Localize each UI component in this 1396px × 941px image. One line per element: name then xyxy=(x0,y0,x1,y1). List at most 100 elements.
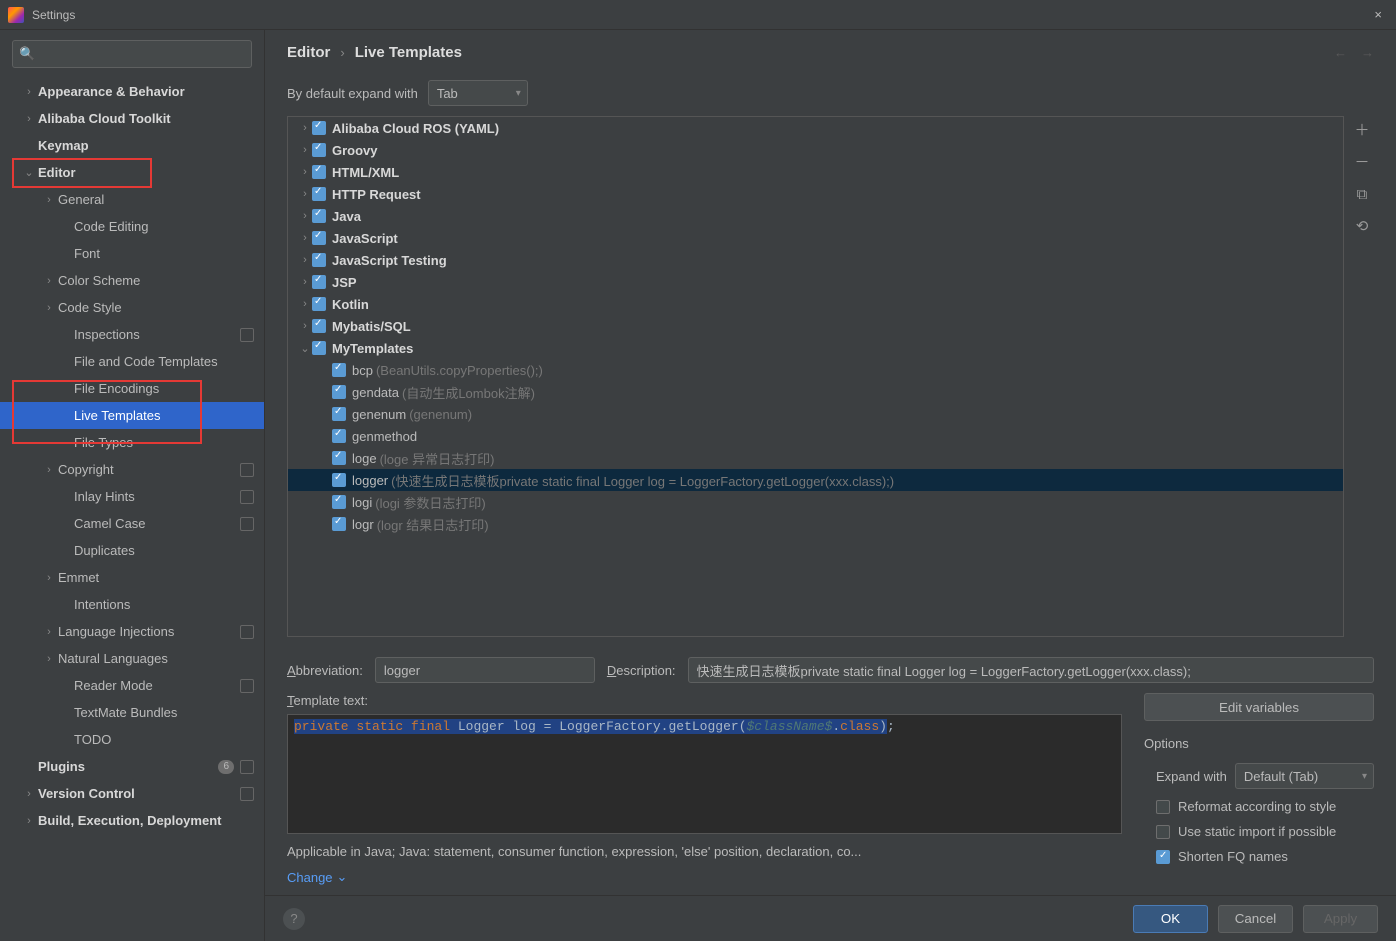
sidebar-item-live-templates[interactable]: Live Templates xyxy=(0,402,264,429)
edit-variables-button[interactable]: Edit variables xyxy=(1144,693,1374,721)
template-group-alibaba-cloud-ros-yaml-[interactable]: ›Alibaba Cloud ROS (YAML) xyxy=(288,117,1343,139)
group-checkbox[interactable] xyxy=(312,341,326,355)
sidebar-item-plugins[interactable]: Plugins6 xyxy=(0,753,264,780)
template-group-javascript[interactable]: ›JavaScript xyxy=(288,227,1343,249)
project-indicator-icon xyxy=(240,679,254,693)
group-checkbox[interactable] xyxy=(312,143,326,157)
sidebar-item-intentions[interactable]: Intentions xyxy=(0,591,264,618)
templates-list[interactable]: ›Alibaba Cloud ROS (YAML)›Groovy›HTML/XM… xyxy=(287,116,1344,637)
sidebar-item-font[interactable]: Font xyxy=(0,240,264,267)
template-group-mybatis-sql[interactable]: ›Mybatis/SQL xyxy=(288,315,1343,337)
sidebar-item-copyright[interactable]: ›Copyright xyxy=(0,456,264,483)
sidebar-item-textmate-bundles[interactable]: TextMate Bundles xyxy=(0,699,264,726)
settings-tree[interactable]: ›Appearance & Behavior›Alibaba Cloud Too… xyxy=(0,78,264,941)
expand-combo[interactable]: Tab xyxy=(428,80,528,106)
template-checkbox[interactable] xyxy=(332,429,346,443)
expand-with-combo[interactable]: Default (Tab) xyxy=(1235,763,1374,789)
template-checkbox[interactable] xyxy=(332,363,346,377)
remove-button[interactable]: － xyxy=(1351,152,1373,174)
static-import-checkbox[interactable] xyxy=(1156,825,1170,839)
group-checkbox[interactable] xyxy=(312,165,326,179)
search-box[interactable]: 🔍 xyxy=(12,40,252,68)
add-button[interactable]: ＋ xyxy=(1351,120,1373,142)
sidebar-item-camel-case[interactable]: Camel Case xyxy=(0,510,264,537)
sidebar-item-reader-mode[interactable]: Reader Mode xyxy=(0,672,264,699)
group-checkbox[interactable] xyxy=(312,231,326,245)
sidebar-item-appearance-behavior[interactable]: ›Appearance & Behavior xyxy=(0,78,264,105)
template-item-genmethod[interactable]: genmethod xyxy=(288,425,1343,447)
template-group-html-xml[interactable]: ›HTML/XML xyxy=(288,161,1343,183)
shorten-fq-row[interactable]: Shorten FQ names xyxy=(1144,849,1374,864)
revert-button[interactable]: ⟲ xyxy=(1351,216,1373,238)
reformat-checkbox[interactable] xyxy=(1156,800,1170,814)
group-checkbox[interactable] xyxy=(312,319,326,333)
abbr-input[interactable] xyxy=(375,657,595,683)
sidebar-item-code-editing[interactable]: Code Editing xyxy=(0,213,264,240)
group-checkbox[interactable] xyxy=(312,187,326,201)
help-button[interactable]: ? xyxy=(283,908,305,930)
template-item-genenum[interactable]: genenum (genenum) xyxy=(288,403,1343,425)
template-checkbox[interactable] xyxy=(332,473,346,487)
nav-forward-icon[interactable]: → xyxy=(1361,45,1374,60)
apply-button[interactable]: Apply xyxy=(1303,905,1378,933)
template-group-jsp[interactable]: ›JSP xyxy=(288,271,1343,293)
breadcrumb-root[interactable]: Editor xyxy=(287,44,330,61)
template-group-mytemplates[interactable]: ⌄MyTemplates xyxy=(288,337,1343,359)
template-item-logger[interactable]: logger (快速生成日志模板private static final Log… xyxy=(288,469,1343,491)
project-indicator-icon xyxy=(240,760,254,774)
reformat-row[interactable]: Reformat according to style xyxy=(1144,799,1374,814)
cancel-button[interactable]: Cancel xyxy=(1218,905,1293,933)
sidebar-item-alibaba-cloud-toolkit[interactable]: ›Alibaba Cloud Toolkit xyxy=(0,105,264,132)
close-icon[interactable]: × xyxy=(1368,3,1388,26)
template-item-gendata[interactable]: gendata (自动生成Lombok注解) xyxy=(288,381,1343,403)
template-item-loge[interactable]: loge (loge 异常日志打印) xyxy=(288,447,1343,469)
template-item-logi[interactable]: logi (logi 参数日志打印) xyxy=(288,491,1343,513)
copy-button[interactable]: ⧉ xyxy=(1351,184,1373,206)
sidebar-item-general[interactable]: ›General xyxy=(0,186,264,213)
sidebar-item-version-control[interactable]: ›Version Control xyxy=(0,780,264,807)
template-checkbox[interactable] xyxy=(332,517,346,531)
change-link[interactable]: Change ⌄ xyxy=(287,869,1122,885)
template-checkbox[interactable] xyxy=(332,385,346,399)
sidebar-item-file-encodings[interactable]: File Encodings xyxy=(0,375,264,402)
sidebar-item-inlay-hints[interactable]: Inlay Hints xyxy=(0,483,264,510)
shorten-fq-checkbox[interactable] xyxy=(1156,850,1170,864)
chevron-icon: › xyxy=(298,188,312,200)
static-import-row[interactable]: Use static import if possible xyxy=(1144,824,1374,839)
chevron-down-icon: ⌄ xyxy=(337,869,348,885)
template-group-groovy[interactable]: ›Groovy xyxy=(288,139,1343,161)
titlebar: Settings × xyxy=(0,0,1396,30)
template-group-http-request[interactable]: ›HTTP Request xyxy=(288,183,1343,205)
sidebar-item-code-style[interactable]: ›Code Style xyxy=(0,294,264,321)
group-checkbox[interactable] xyxy=(312,297,326,311)
sidebar-item-language-injections[interactable]: ›Language Injections xyxy=(0,618,264,645)
template-item-logr[interactable]: logr (logr 结果日志打印) xyxy=(288,513,1343,535)
group-checkbox[interactable] xyxy=(312,209,326,223)
sidebar-item-file-types[interactable]: File Types xyxy=(0,429,264,456)
template-item-bcp[interactable]: bcp (BeanUtils.copyProperties();) xyxy=(288,359,1343,381)
nav-back-icon[interactable]: ← xyxy=(1334,45,1347,60)
sidebar-item-duplicates[interactable]: Duplicates xyxy=(0,537,264,564)
template-group-javascript-testing[interactable]: ›JavaScript Testing xyxy=(288,249,1343,271)
sidebar-item-natural-languages[interactable]: ›Natural Languages xyxy=(0,645,264,672)
sidebar-item-todo[interactable]: TODO xyxy=(0,726,264,753)
template-checkbox[interactable] xyxy=(332,451,346,465)
sidebar-item-keymap[interactable]: Keymap xyxy=(0,132,264,159)
sidebar-item-inspections[interactable]: Inspections xyxy=(0,321,264,348)
template-group-java[interactable]: ›Java xyxy=(288,205,1343,227)
template-checkbox[interactable] xyxy=(332,407,346,421)
code-editor[interactable]: private static final Logger log = Logger… xyxy=(287,714,1122,834)
sidebar-item-emmet[interactable]: ›Emmet xyxy=(0,564,264,591)
group-checkbox[interactable] xyxy=(312,275,326,289)
sidebar-item-color-scheme[interactable]: ›Color Scheme xyxy=(0,267,264,294)
sidebar-item-file-and-code-templates[interactable]: File and Code Templates xyxy=(0,348,264,375)
group-checkbox[interactable] xyxy=(312,121,326,135)
sidebar-item-editor[interactable]: ⌄Editor xyxy=(0,159,264,186)
desc-input[interactable] xyxy=(688,657,1374,683)
search-input[interactable] xyxy=(39,47,245,62)
ok-button[interactable]: OK xyxy=(1133,905,1208,933)
group-checkbox[interactable] xyxy=(312,253,326,267)
template-checkbox[interactable] xyxy=(332,495,346,509)
sidebar-item-build-execution-deployment[interactable]: ›Build, Execution, Deployment xyxy=(0,807,264,834)
template-group-kotlin[interactable]: ›Kotlin xyxy=(288,293,1343,315)
